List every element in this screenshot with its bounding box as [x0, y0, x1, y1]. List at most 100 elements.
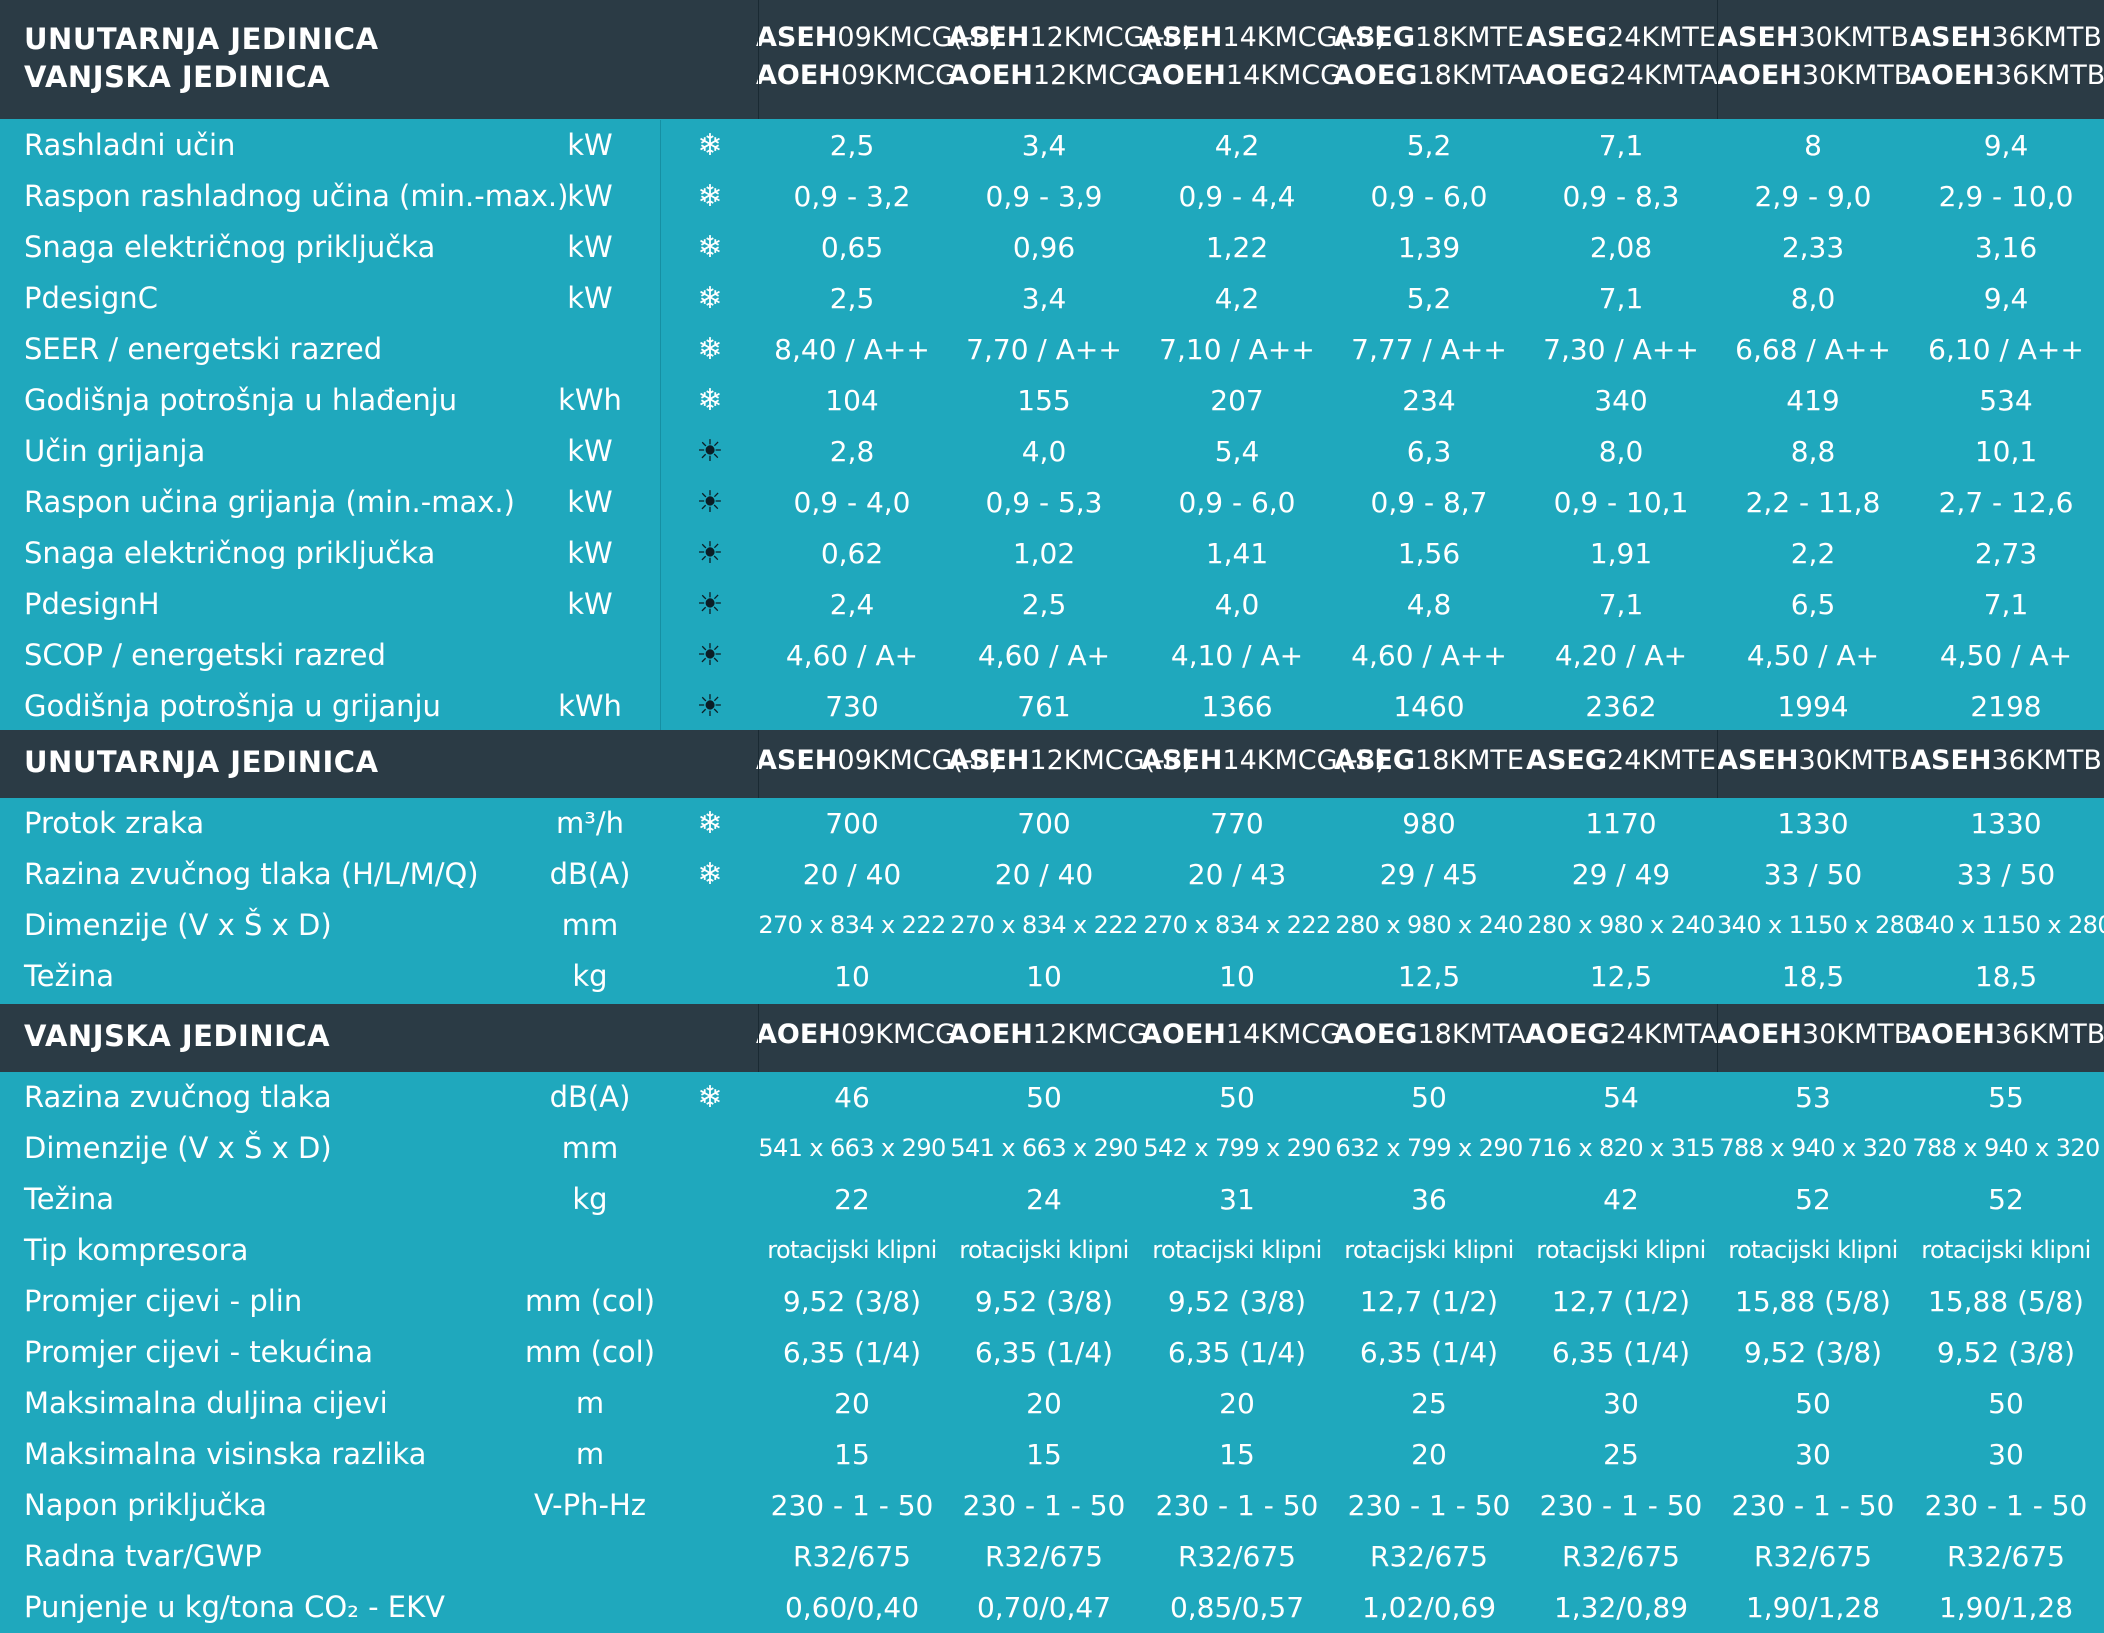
cell-value: 7,10 / A++ [1159, 333, 1315, 366]
row-unit: kWh [558, 689, 622, 723]
cell-value: 270 x 834 x 222 [950, 911, 1138, 939]
cell-value: 2,2 - 11,8 [1745, 486, 1881, 519]
cell-value: 230 - 1 - 50 [1539, 1489, 1703, 1522]
model-code: AOEH09KMCG [756, 1019, 957, 1050]
cell-value: 6,35 (1/4) [1359, 1336, 1499, 1369]
snowflake-icon: ❄ [697, 230, 723, 265]
cell-value: 419 [1786, 384, 1840, 417]
header-divider [758, 0, 759, 119]
cell-value: 0,9 - 4,0 [793, 486, 911, 519]
snowflake-icon: ❄ [697, 332, 723, 367]
snowflake-icon: ❄ [697, 857, 723, 892]
row-unit: kWh [558, 383, 622, 417]
cell-value: 2,73 [1974, 537, 2038, 570]
cell-value: 10 [1219, 960, 1255, 993]
row-label: Promjer cijevi - tekućina [24, 1335, 373, 1369]
header-divider [1717, 1004, 1718, 1072]
section-title: VANJSKA JEDINICA [24, 60, 331, 94]
cell-value: 0,9 - 8,7 [1370, 486, 1488, 519]
cell-value: 8,0 [1790, 282, 1836, 315]
cell-value: 50 [1219, 1081, 1255, 1114]
cell-value: 30 [1795, 1438, 1831, 1471]
section-title: UNUTARNJA JEDINICA [24, 745, 379, 779]
row-unit: kg [572, 1182, 608, 1216]
cell-value: rotacijski klipni [959, 1236, 1129, 1264]
table-row: Promjer cijevi - tekućina mm (col) 6,35 (1… [0, 1327, 2104, 1378]
table-row: Punjenje u kg/tona CO₂ - EKV 0,60/0,40 0,7… [0, 1582, 2104, 1633]
model-code: AOEG24KMTA [1525, 60, 1718, 91]
cell-value: rotacijski klipni [1728, 1236, 1898, 1264]
model-code: ASEH30KMTB [1717, 745, 1909, 776]
cell-value: 0,62 [820, 537, 884, 570]
cell-value: 788 x 940 x 320 [1719, 1134, 1907, 1162]
cell-value: 5,2 [1406, 129, 1452, 162]
row-unit: kW [567, 434, 613, 468]
cell-value: 541 x 663 x 290 [950, 1134, 1138, 1162]
cell-value: 6,5 [1790, 588, 1836, 621]
row-unit: kW [567, 536, 613, 570]
cell-value: 29 / 45 [1379, 858, 1479, 891]
cell-value: 6,35 (1/4) [1167, 1336, 1307, 1369]
cell-value: 20 / 40 [994, 858, 1094, 891]
cell-value: 15,88 (5/8) [1928, 1285, 2084, 1318]
cell-value: rotacijski klipni [1152, 1236, 1322, 1264]
model-code: AOEG18KMTA [1333, 1019, 1526, 1050]
cell-value: 1,90/1,28 [1745, 1591, 1881, 1624]
table-row: Razina zvučnog tlaka (H/L/M/Q) dB(A) ❄ 20 /… [0, 849, 2104, 900]
row-label: PdesignH [24, 587, 160, 621]
cell-value: 1330 [1777, 807, 1849, 840]
cell-value: 12,5 [1589, 960, 1653, 993]
model-code: AOEH14KMCG [1141, 1019, 1342, 1050]
row-label: Razina zvučnog tlaka [24, 1080, 332, 1114]
cell-value: 7,1 [1598, 588, 1644, 621]
cell-value: 234 [1402, 384, 1456, 417]
cell-value: 50 [1411, 1081, 1447, 1114]
cell-value: rotacijski klipni [1536, 1236, 1706, 1264]
cell-value: 0,70/0,47 [976, 1591, 1112, 1624]
row-unit: mm (col) [524, 1335, 656, 1369]
cell-value: 280 x 980 x 240 [1527, 911, 1715, 939]
cell-value: 716 x 820 x 315 [1527, 1134, 1715, 1162]
table-row: Napon priključka V-Ph-Hz 230 - 1 - 50 230 -… [0, 1480, 2104, 1531]
row-unit [520, 1582, 660, 1633]
model-code: AOEH09KMCG [756, 60, 957, 91]
cell-value: 9,4 [1983, 129, 2029, 162]
model-code: ASEH12KMCG(-B) [948, 22, 1193, 53]
table-row: Tip kompresora rotacijski klipni rotacijsk… [0, 1225, 2104, 1276]
cell-value: 632 x 799 x 290 [1335, 1134, 1523, 1162]
cell-value: 9,4 [1983, 282, 2029, 315]
cell-value: 340 x 1150 x 280 [1910, 911, 2104, 939]
cell-value: 20 / 43 [1187, 858, 1287, 891]
cell-value: 541 x 663 x 290 [758, 1134, 946, 1162]
cell-value: 4,60 / A+ [785, 639, 919, 672]
model-code: AOEG18KMTA [1333, 60, 1526, 91]
cell-value: rotacijski klipni [1921, 1236, 2091, 1264]
cell-value: 9,52 (3/8) [1936, 1336, 2076, 1369]
cell-value: 12,5 [1397, 960, 1461, 993]
cell-value: 104 [825, 384, 879, 417]
cell-value: 3,4 [1021, 129, 1067, 162]
cell-value: 2,8 [829, 435, 875, 468]
row-unit: dB(A) [549, 857, 631, 891]
cell-value: 25 [1411, 1387, 1447, 1420]
row-unit [520, 1531, 660, 1582]
cell-value: R32/675 [1754, 1540, 1872, 1573]
sun-icon: ☀ [696, 638, 724, 673]
cell-value: 54 [1603, 1081, 1639, 1114]
cell-value: 1,39 [1397, 231, 1461, 264]
cell-value: 2,5 [829, 282, 875, 315]
cell-value: 10 [834, 960, 870, 993]
cell-value: 1460 [1393, 690, 1465, 723]
sun-icon: ☀ [696, 485, 724, 520]
row-label: Raspon rashladnog učina (min.-max.) [24, 179, 569, 213]
cell-value: 7,1 [1983, 588, 2029, 621]
table-row: Maksimalna duljina cijevi m 20 20 20 25 30 50 50 [0, 1378, 2104, 1429]
snowflake-icon: ❄ [697, 281, 723, 316]
table-row: Godišnja potrošnja u grijanju kWh ☀ 730 761 1… [0, 681, 2104, 732]
cell-value: 5,2 [1406, 282, 1452, 315]
row-unit: dB(A) [549, 1080, 631, 1114]
cell-value: 5,4 [1214, 435, 1260, 468]
cell-value: 770 [1210, 807, 1264, 840]
cell-value: R32/675 [1178, 1540, 1296, 1573]
cell-value: 1330 [1970, 807, 2042, 840]
